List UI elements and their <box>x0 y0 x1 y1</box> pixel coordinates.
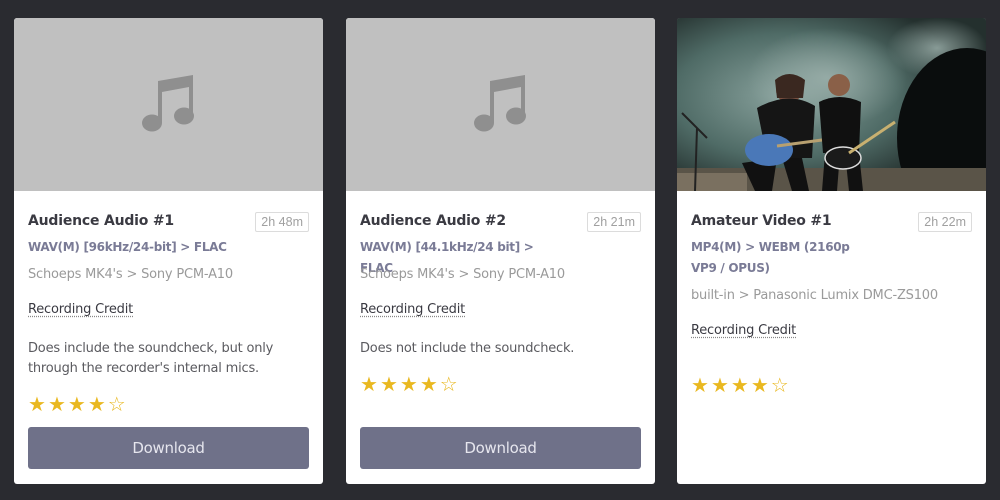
concert-photo-illustration <box>677 18 986 191</box>
duration-badge: 2h 21m <box>587 212 641 232</box>
recording-credit-link[interactable]: Recording Credit <box>691 323 796 338</box>
star-filled-icon: ★ <box>399 372 418 396</box>
star-filled-icon: ★ <box>419 372 438 396</box>
star-empty-icon: ☆ <box>439 372 458 396</box>
recording-card: Audience Audio #2 2h 21m WAV(M) [44.1kHz… <box>346 18 655 484</box>
recording-notes: Does include the soundcheck, but only th… <box>28 341 274 376</box>
star-filled-icon: ★ <box>710 373 729 397</box>
download-button[interactable]: Download <box>360 427 641 469</box>
star-empty-icon: ☆ <box>770 373 789 397</box>
star-filled-icon: ★ <box>691 373 709 397</box>
recording-title: Amateur Video #1 <box>691 213 832 229</box>
duration-badge: 2h 22m <box>918 212 972 232</box>
star-filled-icon: ★ <box>28 392 46 416</box>
thumbnail-placeholder <box>346 18 655 191</box>
music-note-icon <box>473 75 526 132</box>
format-text: MP4(M) > WEBM (2160p VP9 / OPUS) <box>691 240 850 275</box>
duration-badge: 2h 48m <box>255 212 309 232</box>
star-rating: ★ ★ ★ ★ ☆ <box>28 394 126 414</box>
star-filled-icon: ★ <box>67 392 86 416</box>
star-filled-icon: ★ <box>47 392 66 416</box>
concert-photo <box>677 18 986 191</box>
recording-notes: Does not include the soundcheck. <box>360 341 575 356</box>
recording-card: Amateur Video #1 2h 22m MP4(M) > WEBM (2… <box>677 18 986 484</box>
recording-title: Audience Audio #2 <box>360 213 506 229</box>
recording-title: Audience Audio #1 <box>28 213 174 229</box>
equipment-chain: Schoeps MK4's > Sony PCM-A10 <box>28 267 233 282</box>
star-empty-icon: ☆ <box>107 392 126 416</box>
star-filled-icon: ★ <box>730 373 749 397</box>
format-text: WAV(M) [96kHz/24-bit] > FLAC <box>28 240 227 254</box>
recording-card: Audience Audio #1 2h 48m WAV(M) [96kHz/2… <box>14 18 323 484</box>
thumbnail-placeholder <box>14 18 323 191</box>
star-filled-icon: ★ <box>379 372 398 396</box>
star-rating: ★ ★ ★ ★ ☆ <box>360 374 458 394</box>
recording-credit-link[interactable]: Recording Credit <box>28 302 133 317</box>
music-note-icon <box>141 75 194 132</box>
star-filled-icon: ★ <box>87 392 106 416</box>
equipment-chain: Schoeps MK4's > Sony PCM-A10 <box>360 267 565 282</box>
download-button[interactable]: Download <box>28 427 309 469</box>
star-filled-icon: ★ <box>750 373 769 397</box>
equipment-chain: built-in > Panasonic Lumix DMC-ZS100 <box>691 288 938 303</box>
star-filled-icon: ★ <box>360 372 378 396</box>
recording-credit-link[interactable]: Recording Credit <box>360 302 465 317</box>
star-rating: ★ ★ ★ ★ ☆ <box>691 375 789 395</box>
